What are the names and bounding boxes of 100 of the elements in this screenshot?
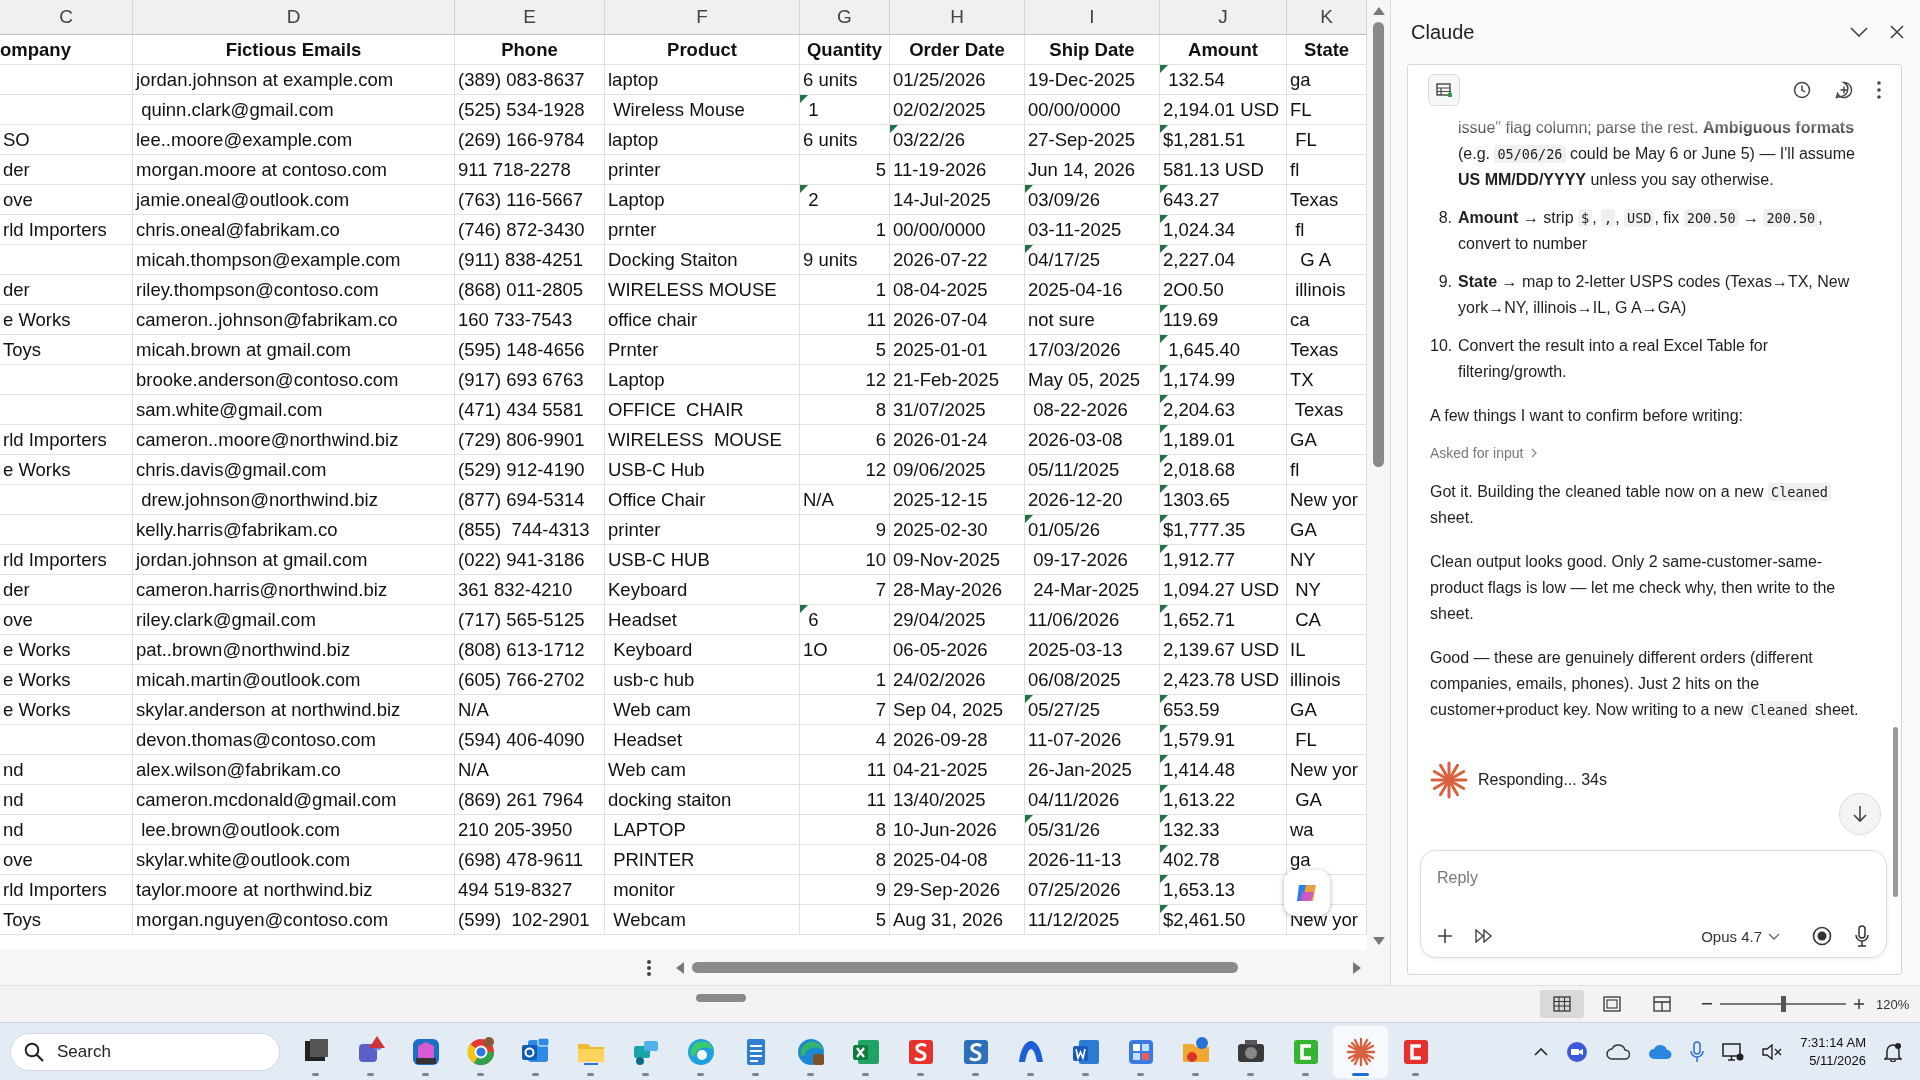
down-arrow-icon <box>1853 805 1867 823</box>
column-letter[interactable]: J <box>1160 0 1287 35</box>
close-icon[interactable] <box>1890 25 1904 39</box>
table-cell: Web cam <box>605 695 800 725</box>
zoom-level[interactable]: 120% <box>1876 996 1910 1012</box>
model-selector[interactable]: Opus 4.7 <box>1701 927 1780 945</box>
column-letter[interactable]: F <box>605 0 800 35</box>
error-indicator-icon[interactable] <box>1160 875 1168 883</box>
scroll-down-arrow-icon[interactable] <box>1373 936 1385 946</box>
error-indicator-icon[interactable] <box>1160 365 1168 373</box>
history-icon[interactable] <box>1793 81 1811 99</box>
chevron-right-icon <box>1531 448 1538 458</box>
error-indicator-icon[interactable] <box>1160 815 1168 823</box>
table-cell: 2,227.04 <box>1160 245 1287 275</box>
scroll-left-arrow-icon[interactable] <box>675 962 685 974</box>
error-indicator-icon[interactable] <box>1025 245 1033 253</box>
error-indicator-icon[interactable] <box>1160 65 1168 73</box>
table-cell: 6 <box>800 605 890 635</box>
error-indicator-icon[interactable] <box>1025 815 1033 823</box>
zoom-in-icon[interactable] <box>1854 999 1864 1009</box>
column-letter[interactable]: G <box>800 0 890 35</box>
column-letter[interactable]: C <box>0 0 133 35</box>
error-indicator-icon[interactable] <box>800 95 808 103</box>
network-icon[interactable] <box>1722 1041 1745 1062</box>
fast-forward-icon[interactable] <box>1475 929 1493 943</box>
column-header: Order Date <box>890 35 1025 65</box>
clock[interactable]: 7:31:14 AM 5/11/2026 <box>1800 1033 1866 1070</box>
video-call-icon[interactable] <box>1566 1040 1589 1063</box>
table-cell: taylor.moore at northwind.biz <box>133 875 455 905</box>
error-indicator-icon[interactable] <box>800 185 808 193</box>
error-indicator-icon[interactable] <box>1160 245 1168 253</box>
column-letter[interactable]: I <box>1025 0 1160 35</box>
error-indicator-icon[interactable] <box>1160 785 1168 793</box>
table-cell: (877) 694-5314 <box>455 485 605 515</box>
error-indicator-icon[interactable] <box>1160 455 1168 463</box>
error-indicator-icon[interactable] <box>1160 845 1168 853</box>
reply-box[interactable]: Reply Opus 4.7 <box>1420 850 1887 958</box>
reply-field[interactable]: Reply <box>1437 861 1870 895</box>
scroll-thumb[interactable] <box>1893 727 1898 897</box>
error-indicator-icon[interactable] <box>1160 485 1168 493</box>
chevron-up-icon[interactable] <box>1534 1047 1549 1056</box>
more-icon[interactable] <box>1877 81 1881 99</box>
slider-thumb[interactable] <box>1781 996 1786 1012</box>
error-indicator-icon[interactable] <box>1160 125 1168 133</box>
error-indicator-icon[interactable] <box>1160 185 1168 193</box>
table-cell: morgan.moore at contoso.com <box>133 155 455 185</box>
list-number: 9. <box>1437 272 1452 292</box>
table-cell: Headset <box>605 725 800 755</box>
scroll-up-arrow-icon[interactable] <box>1373 6 1385 16</box>
column-letter[interactable]: K <box>1287 0 1367 35</box>
error-indicator-icon[interactable] <box>1160 695 1168 703</box>
error-indicator-icon[interactable] <box>1160 605 1168 613</box>
table-cell: USB-C Hub <box>605 455 800 485</box>
error-indicator-icon[interactable] <box>890 125 898 133</box>
scroll-thumb[interactable] <box>1373 22 1384 467</box>
table-cell: Laptop <box>605 185 800 215</box>
table-cell: 24/02/2026 <box>890 665 1025 695</box>
search-field[interactable]: Search <box>10 1032 280 1071</box>
sheet-context-button[interactable] <box>1428 74 1460 106</box>
error-indicator-icon[interactable] <box>1160 905 1168 913</box>
column-header: Amount <box>1160 35 1287 65</box>
error-indicator-icon[interactable] <box>1160 545 1168 553</box>
scroll-handle[interactable] <box>696 994 746 1002</box>
error-indicator-icon[interactable] <box>1025 515 1033 523</box>
table-cell: 1,613.22 <box>1160 785 1287 815</box>
speaker-muted-icon[interactable] <box>1762 1043 1783 1060</box>
error-indicator-icon[interactable] <box>1160 425 1168 433</box>
table-cell: rld Importers <box>0 215 133 245</box>
scroll-thumb[interactable] <box>692 962 1238 973</box>
bell-icon[interactable] <box>1884 1041 1902 1062</box>
plus-icon[interactable] <box>1437 928 1453 944</box>
new-chat-icon[interactable] <box>1835 81 1853 99</box>
chevron-down-icon[interactable] <box>1850 27 1868 37</box>
view-button[interactable] <box>1540 990 1584 1018</box>
error-indicator-icon[interactable] <box>1160 515 1168 523</box>
error-indicator-icon[interactable] <box>1160 725 1168 733</box>
error-indicator-icon[interactable] <box>800 605 808 613</box>
column-letter[interactable]: E <box>455 0 605 35</box>
error-indicator-icon[interactable] <box>1160 335 1168 343</box>
microphone-icon[interactable] <box>1854 925 1870 947</box>
table-cell: 1,912.77 <box>1160 545 1287 575</box>
error-indicator-icon[interactable] <box>1160 305 1168 313</box>
copilot-button[interactable] <box>1284 870 1330 916</box>
column-letter[interactable]: D <box>133 0 455 35</box>
record-icon[interactable] <box>1812 926 1832 946</box>
scroll-down-button[interactable] <box>1839 793 1881 835</box>
asked-for-input-link[interactable]: Asked for input <box>1430 445 1538 461</box>
error-indicator-icon[interactable] <box>1160 215 1168 223</box>
more-options-icon[interactable] <box>646 959 652 977</box>
column-header: Quantity <box>800 35 890 65</box>
table-cell: $1,777.35 <box>1160 515 1287 545</box>
table-cell: ove <box>0 845 133 875</box>
cloud-icon[interactable] <box>1606 1043 1631 1060</box>
column-letter[interactable]: H <box>890 0 1025 35</box>
error-indicator-icon[interactable] <box>1025 695 1033 703</box>
error-indicator-icon[interactable] <box>1160 755 1168 763</box>
error-indicator-icon[interactable] <box>1160 395 1168 403</box>
scroll-right-arrow-icon[interactable] <box>1352 962 1362 974</box>
error-indicator-icon[interactable] <box>1025 185 1033 193</box>
table-cell: usb-c hub <box>605 665 800 695</box>
